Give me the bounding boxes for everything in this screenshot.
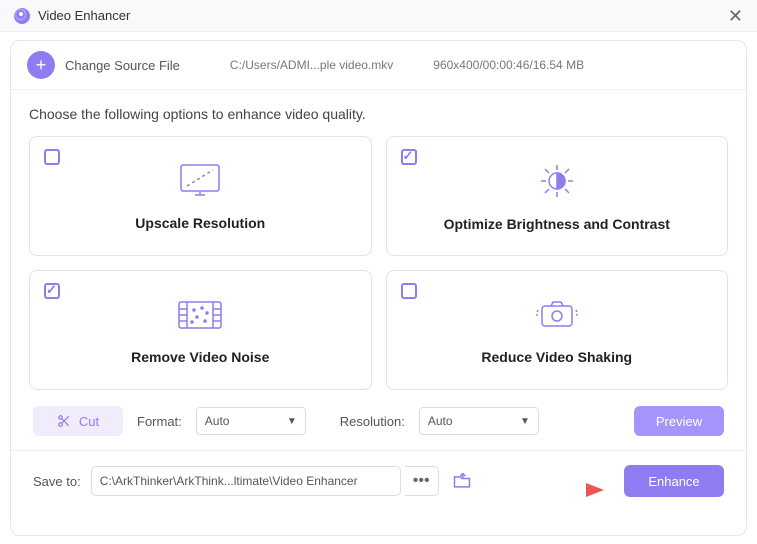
chevron-down-icon: ▼ — [520, 416, 530, 427]
close-icon[interactable]: ✕ — [728, 7, 743, 25]
preview-label: Preview — [656, 414, 702, 429]
cut-button[interactable]: Cut — [33, 406, 123, 436]
source-info: 960x400/00:00:46/16.54 MB — [433, 58, 584, 72]
option-reduce-shaking[interactable]: Reduce Video Shaking — [386, 270, 729, 390]
option-label: Reduce Video Shaking — [481, 349, 632, 365]
option-label: Upscale Resolution — [135, 215, 265, 231]
checkbox-icon[interactable] — [401, 149, 417, 165]
enhance-button[interactable]: Enhance — [624, 465, 724, 497]
folder-open-icon — [452, 472, 472, 490]
content-area: Choose the following options to enhance … — [11, 90, 746, 497]
source-bar: + Change Source File C:/Users/ADMI...ple… — [11, 41, 746, 90]
option-label: Remove Video Noise — [131, 349, 269, 365]
format-select[interactable]: Auto ▼ — [196, 407, 306, 435]
resolution-label: Resolution: — [340, 414, 405, 429]
cut-label: Cut — [79, 414, 99, 429]
browse-button[interactable]: ••• — [405, 466, 439, 496]
main-panel: + Change Source File C:/Users/ADMI...ple… — [10, 40, 747, 536]
option-label: Optimize Brightness and Contrast — [444, 216, 670, 232]
resolution-value: Auto — [428, 414, 453, 428]
window-title: Video Enhancer — [38, 8, 130, 23]
controls-row: Cut Format: Auto ▼ Resolution: Auto ▼ Pr… — [29, 390, 728, 436]
format-label: Format: — [137, 414, 182, 429]
camera-stabilize-icon — [534, 296, 580, 339]
video-enhancer-window: Video Enhancer ✕ + Change Source File C:… — [0, 0, 757, 544]
options-grid: Upscale Resolution — [29, 136, 728, 390]
checkbox-icon[interactable] — [401, 283, 417, 299]
scissors-icon — [57, 414, 71, 428]
add-source-button[interactable]: + — [27, 51, 55, 79]
film-noise-icon — [175, 296, 225, 339]
preview-button[interactable]: Preview — [634, 406, 724, 436]
save-path-input[interactable]: C:\ArkThinker\ArkThink...ltimate\Video E… — [91, 466, 401, 496]
titlebar: Video Enhancer ✕ — [0, 0, 757, 32]
app-icon — [14, 8, 30, 24]
checkbox-icon[interactable] — [44, 149, 60, 165]
save-to-label: Save to: — [33, 474, 81, 489]
monitor-upscale-icon — [178, 162, 222, 205]
option-remove-noise[interactable]: Remove Video Noise — [29, 270, 372, 390]
instruction-text: Choose the following options to enhance … — [29, 106, 728, 122]
option-brightness-contrast[interactable]: Optimize Brightness and Contrast — [386, 136, 729, 256]
option-upscale-resolution[interactable]: Upscale Resolution — [29, 136, 372, 256]
plus-icon: + — [36, 55, 47, 76]
enhance-label: Enhance — [648, 474, 699, 489]
ellipsis-icon: ••• — [413, 472, 430, 490]
change-source-link[interactable]: Change Source File — [65, 58, 180, 73]
resolution-select[interactable]: Auto ▼ — [419, 407, 539, 435]
open-folder-button[interactable] — [449, 468, 475, 494]
chevron-down-icon: ▼ — [287, 416, 297, 427]
checkbox-icon[interactable] — [44, 283, 60, 299]
brightness-sun-icon — [534, 161, 580, 206]
source-path: C:/Users/ADMI...ple video.mkv — [230, 58, 393, 72]
save-row: Save to: C:\ArkThinker\ArkThink...ltimat… — [29, 451, 728, 497]
format-value: Auto — [205, 414, 230, 428]
save-path-value: C:\ArkThinker\ArkThink...ltimate\Video E… — [100, 474, 358, 488]
